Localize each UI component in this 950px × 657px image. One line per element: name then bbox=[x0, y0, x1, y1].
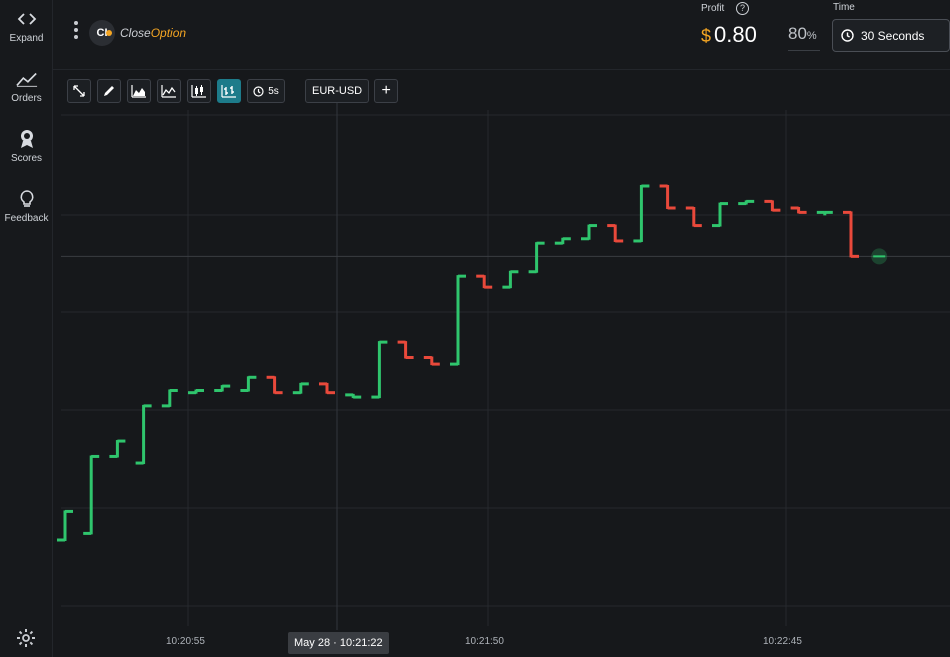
asset-pair-button[interactable]: EUR-USD bbox=[305, 79, 370, 103]
clock-icon bbox=[841, 29, 854, 42]
payout-percent: 80% bbox=[788, 24, 820, 51]
sidebar-item-expand[interactable]: Expand bbox=[0, 8, 53, 60]
timeframe-label: 5s bbox=[268, 85, 279, 97]
add-chart-button[interactable]: + bbox=[374, 79, 399, 103]
orders-icon bbox=[15, 68, 38, 90]
time-select[interactable]: 30 Seconds bbox=[832, 19, 950, 52]
candlestick-icon bbox=[191, 85, 206, 98]
line-chart-icon bbox=[161, 85, 176, 98]
bar-chart-button[interactable] bbox=[217, 79, 241, 103]
chart-toolbar: 5s EUR-USD + bbox=[67, 79, 399, 103]
fullscreen-icon bbox=[73, 85, 85, 97]
time-tick: 10:20:55 bbox=[166, 636, 205, 647]
time-tick: 10:21:50 bbox=[465, 636, 504, 647]
sidebar-item-orders[interactable]: Orders bbox=[0, 68, 53, 120]
scores-icon bbox=[16, 128, 38, 150]
timeframe-button[interactable]: 5s bbox=[247, 79, 285, 103]
ohlc-bar-icon bbox=[221, 85, 236, 98]
profit-label: Profit bbox=[701, 3, 725, 14]
price-chart[interactable] bbox=[53, 70, 950, 657]
sidebar: Expand Orders Scores Feedback bbox=[0, 0, 53, 657]
candle-chart-button[interactable] bbox=[187, 79, 211, 103]
area-chart-button[interactable] bbox=[127, 79, 151, 103]
top-bar: CI CloseOption Profit ? $0.80 80% Time 3… bbox=[53, 0, 950, 70]
sidebar-item-label: Orders bbox=[11, 93, 42, 104]
chart-area[interactable]: 5s EUR-USD + 10:20:55 10:21:50 10:22:45 … bbox=[53, 70, 950, 657]
sidebar-item-label: Feedback bbox=[4, 213, 49, 224]
line-chart-button[interactable] bbox=[157, 79, 181, 103]
logo-mark: CI bbox=[89, 20, 115, 46]
pencil-icon bbox=[104, 86, 114, 96]
fullscreen-button[interactable] bbox=[67, 79, 91, 103]
time-tick: 10:22:45 bbox=[763, 636, 802, 647]
feedback-icon bbox=[16, 188, 38, 210]
profit-value: $0.80 bbox=[701, 22, 757, 47]
app-window: Expand Orders Scores Feedback CI CloseOp… bbox=[0, 0, 950, 657]
sidebar-item-scores[interactable]: Scores bbox=[0, 128, 53, 180]
help-icon[interactable]: ? bbox=[736, 2, 749, 15]
area-chart-icon bbox=[131, 85, 146, 98]
gear-icon[interactable] bbox=[16, 628, 36, 648]
time-select-value: 30 Seconds bbox=[861, 28, 925, 43]
profit-block: Profit ? $0.80 bbox=[701, 2, 791, 62]
sidebar-item-label: Expand bbox=[9, 33, 44, 44]
logo-text: CloseOption bbox=[120, 26, 187, 40]
time-label: Time bbox=[833, 2, 855, 13]
crosshair-time-label: May 28 · 10:21:22 bbox=[288, 632, 389, 654]
draw-button[interactable] bbox=[97, 79, 121, 103]
menu-dots-icon[interactable] bbox=[73, 21, 79, 43]
expand-icon bbox=[16, 8, 38, 30]
clock-icon bbox=[253, 85, 264, 97]
brand-logo: CI CloseOption bbox=[89, 20, 186, 46]
sidebar-item-label: Scores bbox=[10, 153, 43, 164]
sidebar-item-feedback[interactable]: Feedback bbox=[0, 188, 53, 240]
